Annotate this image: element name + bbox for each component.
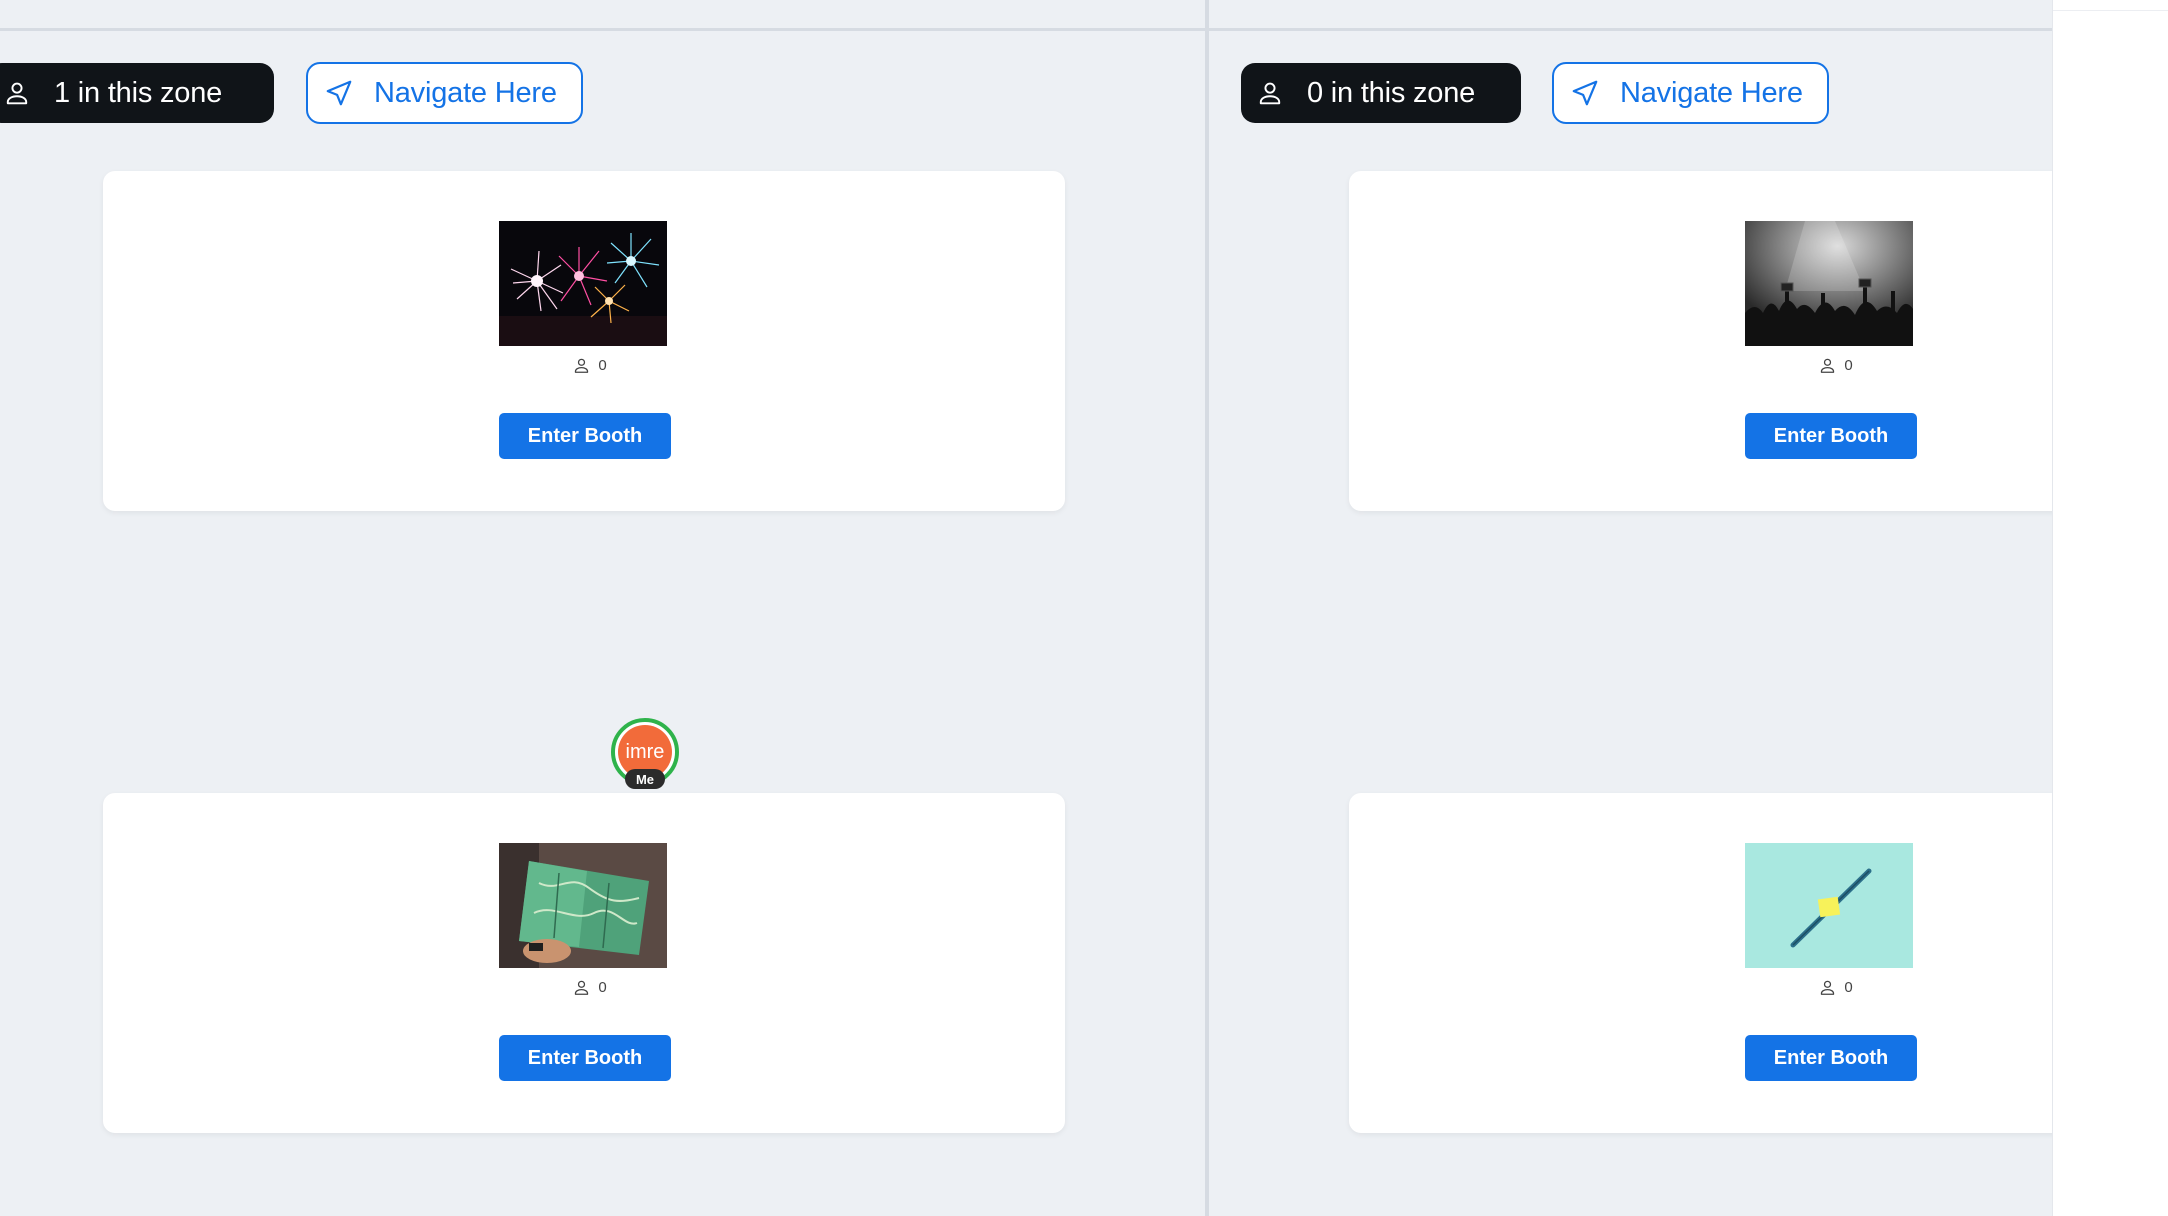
booth-attendee-value: 0 xyxy=(1844,357,1853,374)
zone-1: 1 in this zone Navigate Here 0 Enter Boo… xyxy=(0,0,1205,1216)
user-avatar[interactable]: imre Me xyxy=(611,718,679,790)
person-icon xyxy=(575,358,589,373)
zone-occupancy-label: 1 in this zone xyxy=(54,76,223,109)
booth-attendee-count: 0 xyxy=(103,357,1065,374)
enter-booth-button[interactable]: Enter Booth xyxy=(1745,1035,1917,1081)
navigation-arrow-icon xyxy=(1572,80,1598,106)
navigation-arrow-icon xyxy=(326,80,352,106)
booth-attendee-value: 0 xyxy=(1844,979,1853,996)
me-badge: Me xyxy=(625,769,665,789)
booth-card: 0 Enter Booth xyxy=(1349,793,2052,1133)
booth-attendee-count: 0 xyxy=(103,979,1065,996)
person-icon xyxy=(1259,82,1281,105)
zone-occupancy-label: 0 in this zone xyxy=(1307,76,1476,109)
booth-attendee-count: 0 xyxy=(1349,979,2052,996)
person-icon xyxy=(575,980,589,995)
enter-booth-button[interactable]: Enter Booth xyxy=(499,1035,671,1081)
person-icon xyxy=(1821,980,1835,995)
side-panel-divider xyxy=(2053,10,2168,11)
booth-image-pen-note xyxy=(1745,843,1913,968)
booth-image-map xyxy=(499,843,667,968)
enter-booth-button[interactable]: Enter Booth xyxy=(499,413,671,459)
person-icon xyxy=(6,82,28,105)
booth-card: 0 Enter Booth xyxy=(103,793,1065,1133)
zone-2: 0 in this zone Navigate Here 0 Enter Boo… xyxy=(1209,0,2052,1216)
booth-card: 0 Enter Booth xyxy=(1349,171,2052,511)
zone-occupancy-pill: 1 in this zone xyxy=(0,63,274,123)
booth-attendee-value: 0 xyxy=(598,979,607,996)
navigate-here-label: Navigate Here xyxy=(374,76,557,109)
booth-attendee-count: 0 xyxy=(1349,357,2052,374)
booth-image-fireworks xyxy=(499,221,667,346)
enter-booth-button[interactable]: Enter Booth xyxy=(1745,413,1917,459)
booth-card: 0 Enter Booth xyxy=(103,171,1065,511)
navigate-here-label: Navigate Here xyxy=(1620,76,1803,109)
zone-occupancy-pill: 0 in this zone xyxy=(1241,63,1521,123)
person-icon xyxy=(1821,358,1835,373)
navigate-here-button[interactable]: Navigate Here xyxy=(306,62,583,124)
booth-image-concert xyxy=(1745,221,1913,346)
booth-attendee-value: 0 xyxy=(598,357,607,374)
right-side-panel xyxy=(2052,0,2168,1216)
navigate-here-button[interactable]: Navigate Here xyxy=(1552,62,1829,124)
